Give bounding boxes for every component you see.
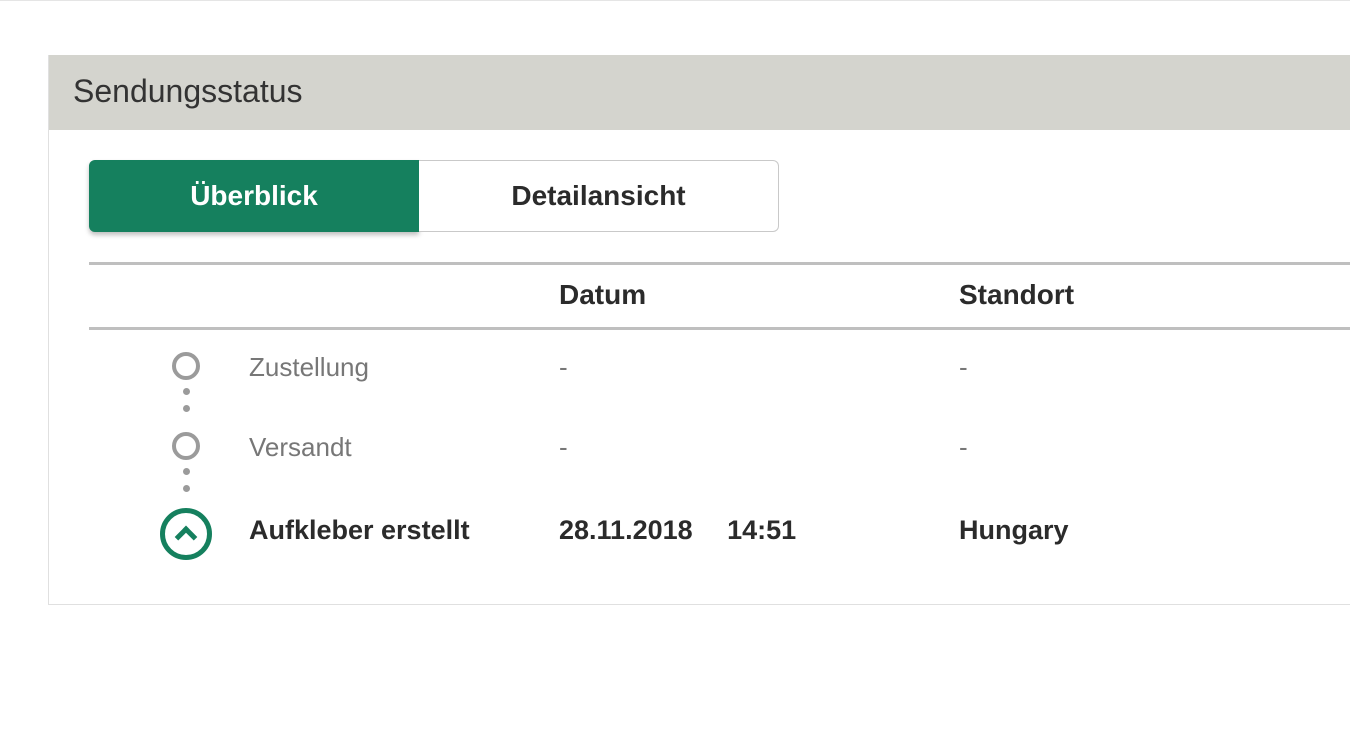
status-marker-open-icon (172, 352, 200, 380)
view-tabs: Überblick Detailansicht (89, 160, 1350, 232)
table-row: Versandt - - (89, 418, 1350, 498)
cell-date: - (559, 432, 959, 463)
cell-location: - (959, 352, 1350, 383)
timeline-dots-icon (183, 460, 190, 498)
column-header-timeline (89, 279, 249, 311)
panel-title: Sendungsstatus (73, 73, 1326, 110)
table-row: Zustellung - - (89, 338, 1350, 418)
divider (89, 327, 1350, 330)
timeline-dots-icon (183, 380, 190, 418)
table-header-row: Datum Standort (89, 279, 1350, 311)
cell-date: 28.11.2018 14:51 (559, 512, 959, 548)
cell-status: Zustellung (249, 352, 559, 383)
chevron-up-icon (175, 526, 198, 549)
panel-body: Überblick Detailansicht Datum Standort Z… (49, 130, 1350, 604)
cell-status: Aufkleber erstellt (249, 512, 559, 548)
tab-detail[interactable]: Detailansicht (419, 160, 779, 232)
timeline-cell (89, 432, 249, 498)
column-header-location: Standort (959, 279, 1350, 311)
cell-status: Versandt (249, 432, 559, 463)
cell-location: Hungary (959, 512, 1350, 548)
shipment-status-panel: Sendungsstatus Überblick Detailansicht D… (48, 55, 1350, 605)
cell-location: - (959, 432, 1350, 463)
timeline-cell (89, 352, 249, 418)
column-header-status (249, 279, 559, 311)
timeline-cell (89, 512, 249, 560)
panel-header: Sendungsstatus (49, 55, 1350, 130)
column-header-date: Datum (559, 279, 959, 311)
status-marker-current-icon (160, 508, 212, 560)
tab-overview[interactable]: Überblick (89, 160, 419, 232)
status-marker-open-icon (172, 432, 200, 460)
table-row: Aufkleber erstellt 28.11.2018 14:51 Hung… (89, 498, 1350, 576)
divider (89, 262, 1350, 265)
cell-date: - (559, 352, 959, 383)
